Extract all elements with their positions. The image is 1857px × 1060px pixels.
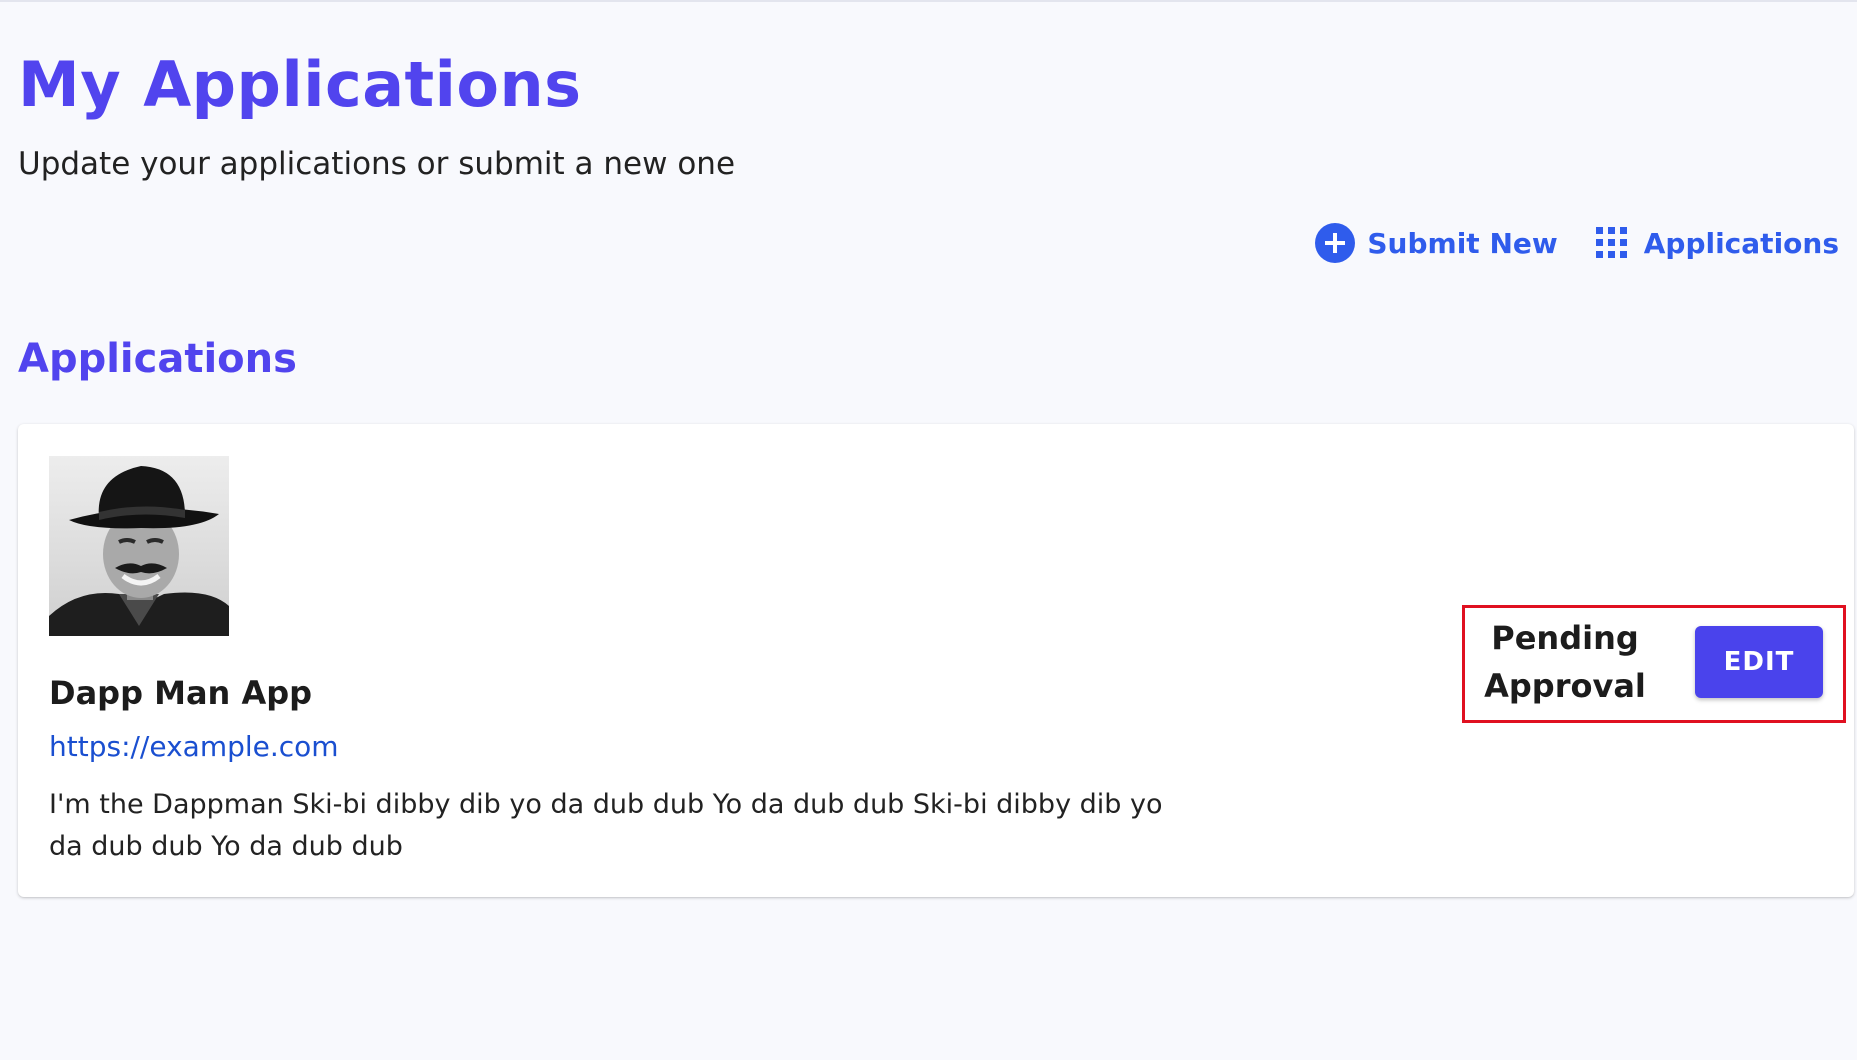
app-description: I'm the Dappman Ski-bi dibby dib yo da d… — [49, 789, 1163, 862]
header-actions: Submit New Applications — [1315, 223, 1839, 263]
app-url-link[interactable]: https://example.com — [49, 730, 339, 763]
applications-link-label: Applications — [1643, 226, 1839, 260]
page-subtitle: Update your applications or submit a new… — [18, 146, 736, 182]
applications-link[interactable]: Applications — [1595, 226, 1839, 260]
top-divider — [0, 0, 1857, 2]
plus-circle-icon — [1315, 223, 1356, 263]
status-label: Pending Approval — [1484, 619, 1646, 705]
submit-new-link[interactable]: Submit New — [1315, 223, 1558, 263]
section-title: Applications — [18, 336, 297, 382]
app-name: Dapp Man App — [49, 674, 313, 712]
edit-button[interactable]: EDIT — [1695, 626, 1823, 698]
grid-icon — [1595, 227, 1628, 259]
app-avatar-image — [49, 456, 229, 636]
submit-new-label: Submit New — [1367, 226, 1558, 260]
page-title: My Applications — [18, 48, 582, 121]
